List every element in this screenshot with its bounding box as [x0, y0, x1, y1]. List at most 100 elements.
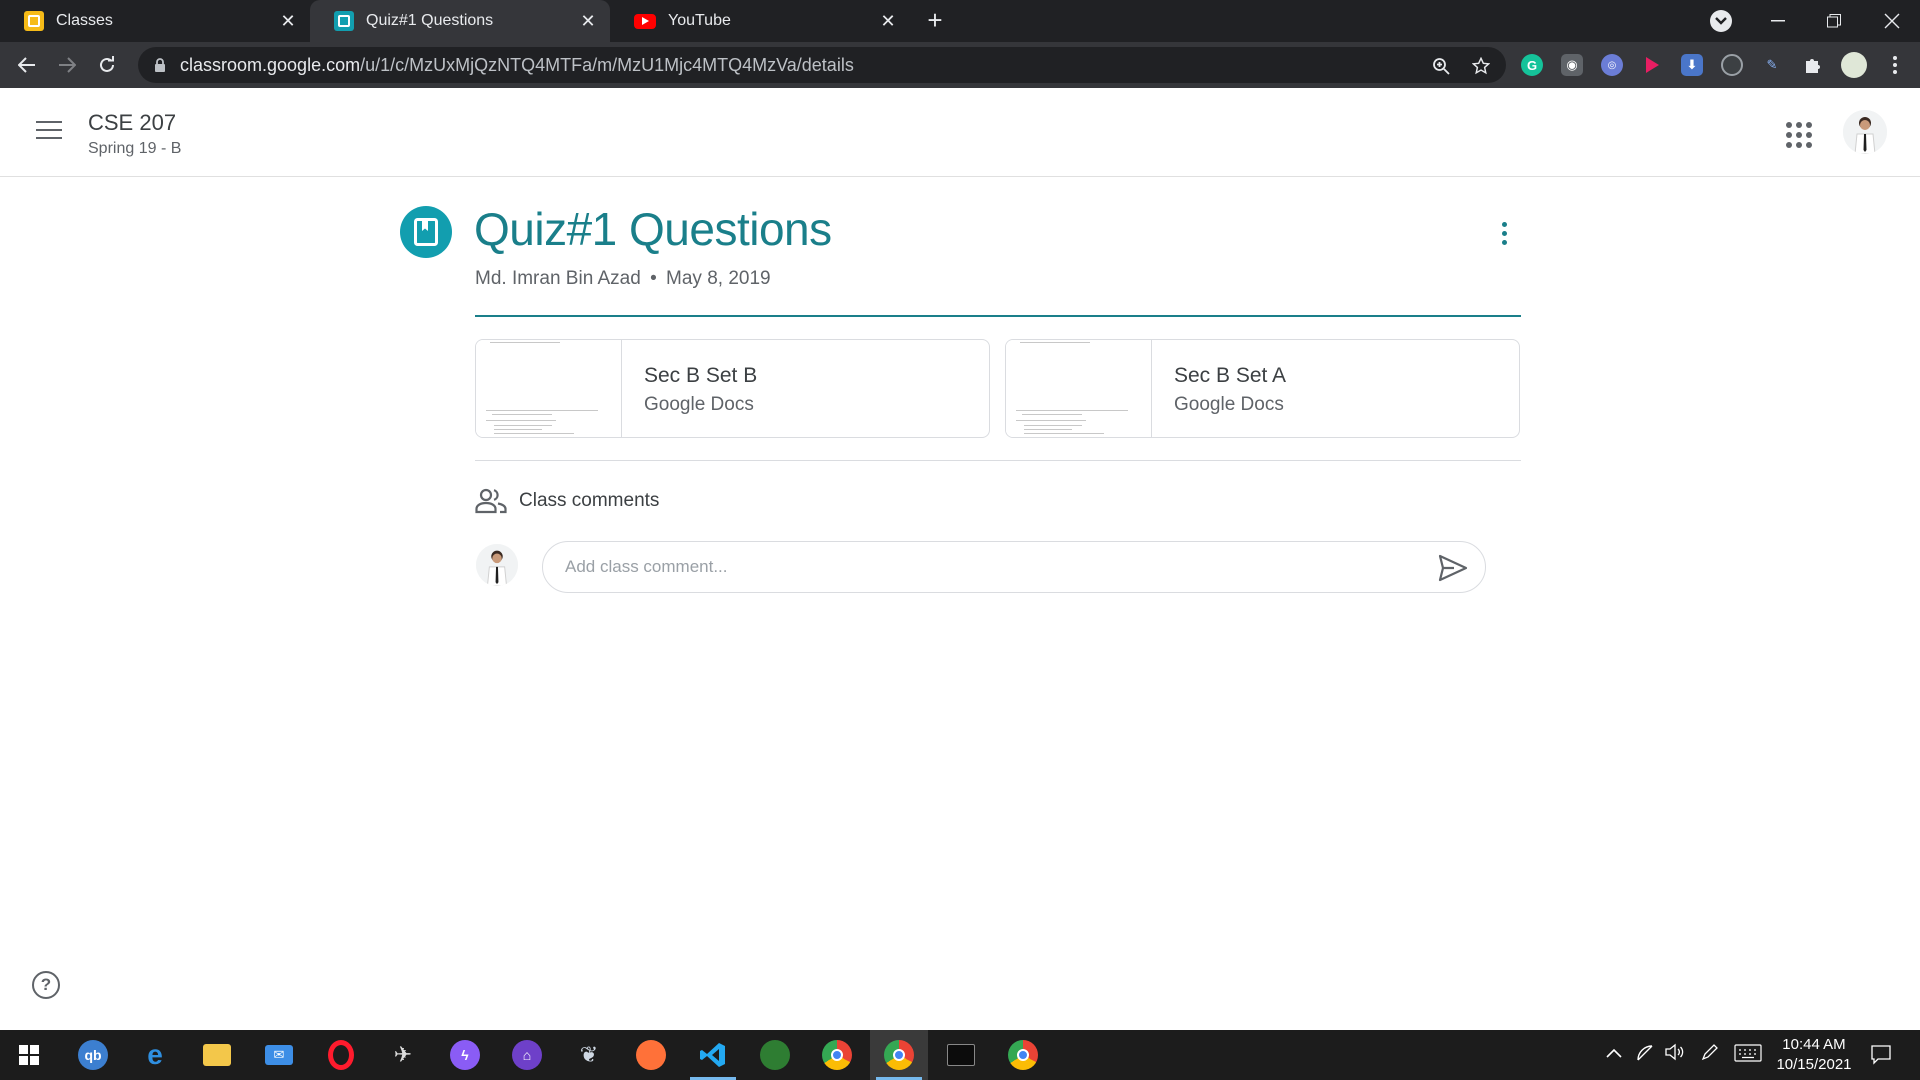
attachment-type: Google Docs	[644, 394, 754, 415]
camera-extension-icon[interactable]: ◉	[1561, 54, 1583, 76]
taskbar-app-firefox[interactable]	[622, 1030, 680, 1080]
taskbar-clock[interactable]: 10:44 AM 10/15/2021	[1766, 1035, 1862, 1075]
help-icon[interactable]: ?	[32, 971, 60, 999]
address-bar[interactable]: classroom.google.com/u/1/c/MzUxMjQzNTQ4M…	[138, 47, 1506, 83]
tab-title: Quiz#1 Questions	[366, 12, 494, 29]
taskbar-app-terminal[interactable]	[932, 1030, 990, 1080]
taskbar-app-chrome-profile[interactable]	[994, 1030, 1052, 1080]
send-icon[interactable]	[1438, 554, 1468, 582]
pen-extension-icon[interactable]: ✎	[1761, 54, 1783, 76]
puzzle-icon[interactable]	[1801, 54, 1823, 76]
window-close-button[interactable]	[1864, 0, 1920, 42]
download-extension-icon[interactable]: ⬇	[1681, 54, 1703, 76]
taskbar-app-vscode[interactable]	[684, 1030, 742, 1080]
forward-button[interactable]	[52, 50, 82, 80]
browser-tab-strip: Classes ✕ Quiz#1 Questions ✕ YouTube ✕ +	[0, 0, 1920, 42]
tab-search-button[interactable]	[1710, 10, 1732, 32]
user-avatar	[476, 544, 518, 586]
classroom-yellow-icon	[24, 11, 44, 31]
close-icon[interactable]: ✕	[878, 11, 898, 31]
chevron-down-icon	[1715, 17, 1727, 25]
chevron-up-icon[interactable]	[1606, 1045, 1622, 1063]
attachment-type: Google Docs	[1174, 394, 1284, 415]
class-comments-label: Class comments	[519, 490, 660, 511]
more-vert-icon[interactable]	[1884, 54, 1906, 76]
assignment-meta: Md. Imran Bin Azad • May 8, 2019	[475, 268, 771, 290]
clock-date: 10/15/2021	[1776, 1056, 1852, 1073]
arrow-left-icon	[18, 57, 35, 73]
restore-button[interactable]	[1806, 0, 1862, 42]
volume-icon[interactable]	[1664, 1042, 1684, 1067]
account-avatar[interactable]	[1843, 110, 1887, 154]
play-extension-icon[interactable]	[1641, 54, 1663, 76]
back-button[interactable]	[12, 50, 42, 80]
tab-youtube[interactable]: YouTube ✕	[610, 0, 910, 42]
taskbar-app-messenger[interactable]: ϟ	[436, 1030, 494, 1080]
url-host: classroom.google.com	[180, 54, 361, 75]
windows-start-button[interactable]	[0, 1030, 58, 1080]
taskbar-app-qbittorrent[interactable]: qb	[64, 1030, 122, 1080]
url-path: /u/1/c/MzUxMjQzNTQ4MTFa/m/MzU1Mjc4MTQ4Mz…	[360, 54, 854, 75]
title-divider	[475, 315, 1521, 317]
taskbar-app-github[interactable]: ⌂	[498, 1030, 556, 1080]
close-icon[interactable]: ✕	[278, 11, 298, 31]
attachment-title: Sec B Set B	[644, 364, 758, 387]
windows-logo-icon	[19, 1045, 39, 1065]
taskbar-app-opera[interactable]	[312, 1030, 370, 1080]
taskbar-app-satellite[interactable]: ✈	[374, 1030, 432, 1080]
menu-icon[interactable]	[36, 121, 62, 141]
attachment-card[interactable]: Sec B Set B Google Docs	[475, 339, 990, 438]
keyboard-icon[interactable]	[1734, 1044, 1762, 1067]
extension-icon[interactable]	[1721, 54, 1743, 76]
tab-title: YouTube	[668, 12, 731, 29]
class-comment-input[interactable]	[565, 557, 1385, 577]
attachment-card[interactable]: Sec B Set A Google Docs	[1005, 339, 1520, 438]
course-title[interactable]: CSE 207	[88, 110, 176, 136]
windows-taskbar: qb e ✉ ✈ ϟ ⌂ ❦ 10:44 AM 10/15/2021	[0, 1030, 1920, 1080]
bookmark-star-icon[interactable]	[1470, 55, 1492, 77]
clock-time: 10:44 AM	[1782, 1036, 1846, 1053]
assignment-title: Quiz#1 Questions	[474, 203, 832, 255]
taskbar-app-chrome-active[interactable]	[870, 1030, 928, 1080]
section-divider	[475, 460, 1521, 461]
tab-classes[interactable]: Classes ✕	[0, 0, 310, 42]
meta-separator: •	[650, 268, 657, 289]
grammarly-extension-icon[interactable]: G	[1521, 54, 1543, 76]
author-name: Md. Imran Bin Azad	[475, 268, 641, 289]
reload-icon	[100, 56, 114, 72]
taskbar-app-file-explorer[interactable]	[188, 1030, 246, 1080]
pen-icon[interactable]	[1700, 1042, 1720, 1067]
browser-toolbar: classroom.google.com/u/1/c/MzUxMjQzNTQ4M…	[0, 42, 1920, 88]
more-options-button[interactable]	[1490, 218, 1518, 248]
attachment-title: Sec B Set A	[1174, 364, 1287, 387]
assignment-material-icon	[400, 206, 452, 258]
taskbar-app-mail[interactable]: ✉	[250, 1030, 308, 1080]
post-date: May 8, 2019	[666, 268, 771, 289]
document-thumbnail	[476, 340, 622, 437]
document-thumbnail	[1006, 340, 1152, 437]
url-text: classroom.google.com/u/1/c/MzUxMjQzNTQ4M…	[180, 55, 854, 76]
tab-quiz-questions[interactable]: Quiz#1 Questions ✕	[310, 0, 610, 42]
wifi-icon[interactable]	[1636, 1044, 1654, 1067]
reload-button[interactable]	[92, 50, 122, 80]
zoom-icon[interactable]	[1430, 55, 1452, 77]
classroom-teal-icon	[334, 11, 354, 31]
people-icon	[475, 488, 507, 514]
taskbar-app-paint[interactable]: ❦	[560, 1030, 618, 1080]
tab-title: Classes	[56, 12, 113, 29]
new-tab-button[interactable]: +	[922, 7, 948, 34]
close-icon[interactable]: ✕	[578, 11, 598, 31]
arrow-right-icon	[59, 57, 76, 73]
course-section: Spring 19 - B	[88, 140, 182, 157]
extension-icon[interactable]: ◎	[1601, 54, 1623, 76]
class-comment-field[interactable]	[542, 541, 1486, 593]
minimize-button[interactable]	[1750, 0, 1806, 42]
taskbar-app-globe[interactable]	[746, 1030, 804, 1080]
notification-icon[interactable]	[1870, 1043, 1892, 1070]
classroom-header: CSE 207 Spring 19 - B	[0, 88, 1920, 177]
profile-avatar[interactable]	[1841, 52, 1867, 78]
taskbar-app-edge[interactable]: e	[126, 1030, 184, 1080]
google-apps-icon[interactable]	[1786, 122, 1812, 148]
taskbar-app-chrome[interactable]	[808, 1030, 866, 1080]
youtube-icon	[634, 13, 656, 29]
